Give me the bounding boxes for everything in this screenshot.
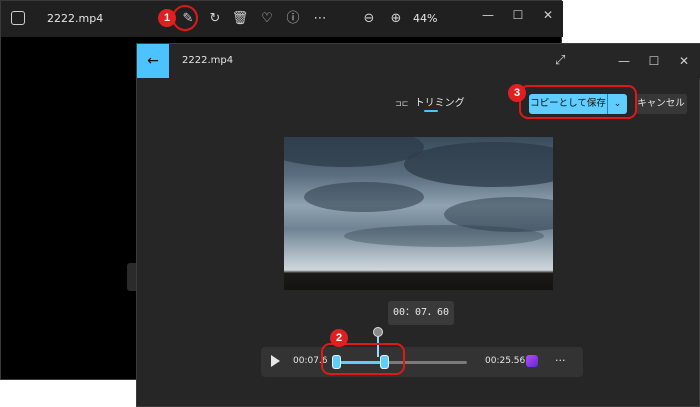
viewer-titlebar: 2222.mp4 ✎ ↻ 🗑 ♡ ⓘ ⋯ ⊖ ⊕ 44% — ☐ ✕ xyxy=(1,1,563,37)
back-button[interactable]: ← xyxy=(137,44,169,78)
player-more-icon[interactable]: ··· xyxy=(555,354,566,367)
trim-label: トリミング xyxy=(414,98,465,109)
step-marker-1: 1 xyxy=(158,9,176,27)
editor-minimize-button[interactable]: — xyxy=(615,52,633,70)
trim-end-time: 00:25.56 xyxy=(485,356,526,366)
playhead-knob[interactable] xyxy=(373,327,383,337)
highlight-save xyxy=(519,85,637,119)
zoom-out-icon[interactable]: ⊖ xyxy=(359,9,379,29)
heart-icon[interactable]: ♡ xyxy=(257,9,277,29)
trash-icon[interactable]: 🗑 xyxy=(230,9,250,29)
tab-active-indicator xyxy=(424,110,438,112)
editor-titlebar: ← 2222.mp4 ⤢ — ☐ ✕ xyxy=(137,44,700,78)
info-icon[interactable]: ⓘ xyxy=(283,9,303,29)
maximize-button[interactable]: ☐ xyxy=(509,6,527,24)
viewer-filename: 2222.mp4 xyxy=(47,12,104,25)
editor-filename: 2222.mp4 xyxy=(182,55,234,66)
highlight-trim-handles xyxy=(321,343,405,375)
clipchamp-icon[interactable] xyxy=(526,355,538,367)
rotate-icon[interactable]: ↻ xyxy=(205,9,225,29)
cancel-button[interactable]: キャンセル xyxy=(635,94,687,114)
trim-icon: ⊐⊏ xyxy=(395,99,409,108)
editor-close-button[interactable]: ✕ xyxy=(675,52,693,70)
more-icon[interactable]: ⋯ xyxy=(310,9,330,29)
play-icon[interactable] xyxy=(271,355,280,367)
close-button[interactable]: ✕ xyxy=(539,6,557,24)
minimize-button[interactable]: — xyxy=(479,6,497,24)
photos-app-icon xyxy=(11,11,25,25)
tab-trim[interactable]: ⊐⊏ トリミング xyxy=(395,94,465,109)
editor-maximize-button[interactable]: ☐ xyxy=(645,52,663,70)
trim-player-bar: 00:07.6 00:25.56 ··· xyxy=(261,327,583,377)
video-preview xyxy=(284,137,553,290)
step-marker-2: 2 xyxy=(330,329,348,347)
expand-icon[interactable]: ⤢ xyxy=(555,53,565,68)
step-marker-3: 3 xyxy=(508,84,526,102)
current-time-display: 00：07．60 xyxy=(388,301,454,325)
zoom-in-icon[interactable]: ⊕ xyxy=(386,9,406,29)
zoom-level: 44% xyxy=(413,12,438,25)
